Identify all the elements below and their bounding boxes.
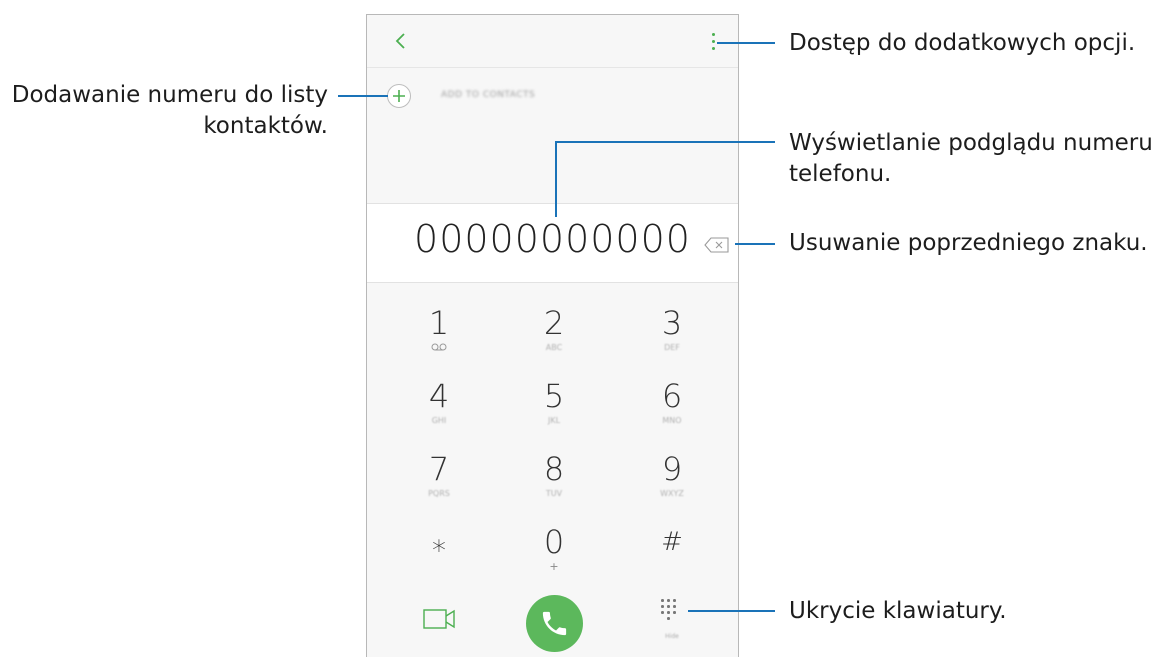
key-letters: MNO <box>662 416 682 425</box>
back-arrow-icon[interactable] <box>389 29 413 53</box>
key-1[interactable]: 1 <box>379 283 499 353</box>
add-to-contacts-button[interactable]: ADD TO CONTACTS <box>387 81 687 111</box>
hide-keypad-label: Hide <box>665 633 679 640</box>
key-digit: 1 <box>428 304 450 342</box>
phone-screen: ADD TO CONTACTS 00000000000 1 2 ABC 3 DE <box>366 14 739 657</box>
key-digit: ⁎ <box>432 525 446 558</box>
annotation-hide-keypad: Ukrycie klawiatury. <box>789 598 1007 624</box>
key-5[interactable]: 5 JKL <box>494 356 614 426</box>
dial-keypad: 1 2 ABC 3 DEF 4 GHI 5 JKL 6 MNO 7 PQRS 8… <box>367 283 738 583</box>
key-4[interactable]: 4 GHI <box>379 356 499 426</box>
key-letters: PQRS <box>428 489 450 498</box>
callout-line-add-number <box>338 95 388 97</box>
key-3[interactable]: 3 DEF <box>612 283 732 353</box>
key-6[interactable]: 6 MNO <box>612 356 732 426</box>
annotation-more-options: Dostęp do dodatkowych opcji. <box>789 30 1136 56</box>
callout-line-more-options <box>717 42 775 44</box>
plus-icon <box>387 84 411 108</box>
video-call-icon[interactable] <box>423 607 457 631</box>
key-0[interactable]: 0 + <box>494 502 614 572</box>
key-digit: 3 <box>661 304 683 342</box>
phone-icon <box>542 611 567 636</box>
key-2[interactable]: 2 ABC <box>494 283 614 353</box>
key-digit: 6 <box>661 377 683 415</box>
key-digit: # <box>661 527 683 557</box>
call-button[interactable] <box>526 595 583 652</box>
key-digit: 7 <box>428 450 450 488</box>
annotation-preview-line2: telefonu. <box>789 161 892 187</box>
key-hash[interactable]: # <box>612 502 732 572</box>
phone-number-text: 00000000000 <box>414 217 691 261</box>
key-digit: 0 <box>543 523 565 561</box>
callout-line-delete <box>735 243 775 245</box>
key-letters: GHI <box>431 416 447 425</box>
key-digit: 5 <box>543 377 565 415</box>
callout-line-hide-keypad <box>688 610 775 612</box>
contact-suggestion-area <box>367 125 738 204</box>
top-bar <box>367 15 738 68</box>
more-options-icon[interactable] <box>708 29 720 53</box>
key-letters: WXYZ <box>660 489 684 498</box>
dialpad-icon[interactable]: Hide <box>659 599 685 640</box>
annotation-add-number-line1: Dodawanie numeru do listy <box>11 82 328 108</box>
callout-line-preview-horizontal <box>555 141 775 143</box>
key-letters: JKL <box>547 416 561 425</box>
key-9[interactable]: 9 WXYZ <box>612 429 732 499</box>
annotation-delete: Usuwanie poprzedniego znaku. <box>789 230 1148 256</box>
annotation-preview-line1: Wyświetlanie podglądu numeru <box>789 130 1153 156</box>
key-letters: + <box>549 560 559 573</box>
key-digit: 4 <box>428 377 450 415</box>
key-7[interactable]: 7 PQRS <box>379 429 499 499</box>
bottom-action-bar: Hide <box>367 583 738 657</box>
add-to-contacts-label: ADD TO CONTACTS <box>441 90 536 100</box>
key-digit: 9 <box>661 450 683 488</box>
key-letters: TUV <box>545 489 563 498</box>
key-star[interactable]: ⁎ <box>379 502 499 572</box>
voicemail-icon <box>431 343 447 351</box>
key-digit: 8 <box>543 450 565 488</box>
number-display: 00000000000 <box>367 204 738 283</box>
key-8[interactable]: 8 TUV <box>494 429 614 499</box>
callout-line-preview-vertical <box>555 141 557 217</box>
annotation-add-number-line2: kontaktów. <box>203 113 328 139</box>
key-letters: ABC <box>545 343 563 352</box>
backspace-icon[interactable] <box>704 237 730 253</box>
key-letters: DEF <box>664 343 680 352</box>
key-digit: 2 <box>543 304 565 342</box>
